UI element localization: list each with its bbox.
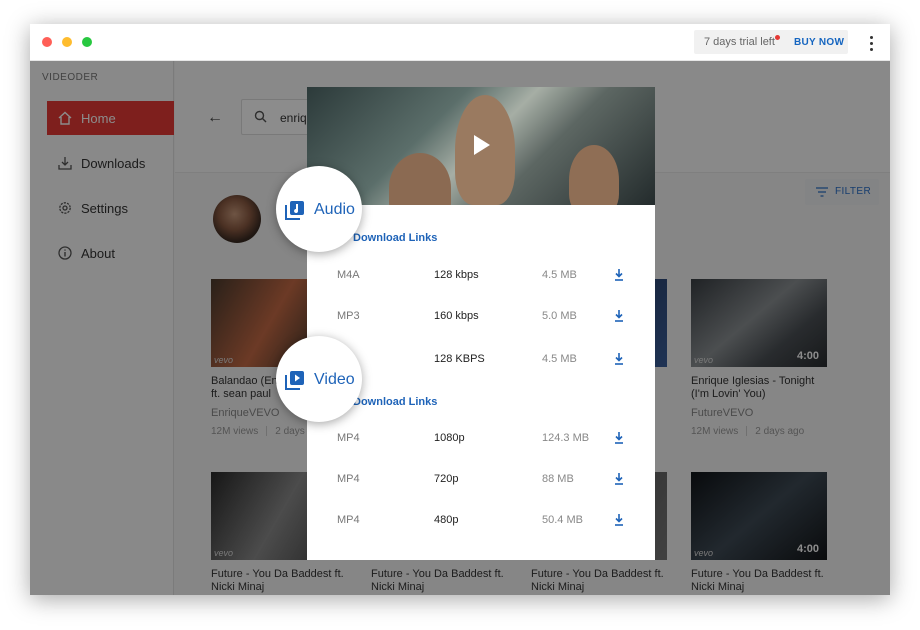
video-row[interactable]: MP4 720p 88 MB bbox=[307, 470, 655, 490]
app-window: 7 days trial left BUY NOW VIDEODER Home … bbox=[30, 24, 890, 595]
quality-label: 720p bbox=[434, 473, 459, 485]
maximize-window-button[interactable] bbox=[82, 37, 92, 47]
audio-library-icon bbox=[285, 201, 304, 220]
audio-callout: Audio bbox=[276, 166, 362, 252]
quality-label: 160 kbps bbox=[434, 310, 479, 322]
video-row[interactable]: MP4 1080p 124.3 MB bbox=[307, 429, 655, 449]
minimize-window-button[interactable] bbox=[62, 37, 72, 47]
format-label: MP4 bbox=[337, 514, 360, 526]
size-label: 88 MB bbox=[542, 473, 574, 485]
audio-row[interactable]: MP3 160 kbps 5.0 MB bbox=[307, 307, 655, 327]
preview-figure bbox=[389, 153, 451, 205]
size-label: 50.4 MB bbox=[542, 514, 583, 526]
download-icon[interactable] bbox=[613, 309, 625, 323]
more-options-icon[interactable] bbox=[866, 34, 876, 52]
quality-label: 480p bbox=[434, 514, 459, 526]
video-preview[interactable] bbox=[307, 87, 655, 205]
size-label: 4.5 MB bbox=[542, 353, 577, 365]
download-icon[interactable] bbox=[613, 513, 625, 527]
download-icon[interactable] bbox=[613, 268, 625, 282]
buy-now-button[interactable]: BUY NOW bbox=[794, 37, 844, 48]
download-dialog: Download Links M4A 128 kbps 4.5 MB MP3 1… bbox=[307, 87, 655, 560]
close-window-button[interactable] bbox=[42, 37, 52, 47]
download-icon[interactable] bbox=[613, 472, 625, 486]
audio-callout-label: Audio bbox=[314, 201, 355, 218]
format-label: MP4 bbox=[337, 473, 360, 485]
format-label: M4A bbox=[337, 269, 360, 281]
format-label: MP3 bbox=[337, 310, 360, 322]
trial-banner: 7 days trial left BUY NOW bbox=[694, 30, 848, 54]
format-label: MP4 bbox=[337, 432, 360, 444]
trial-text: 7 days trial left bbox=[704, 36, 775, 48]
download-icon[interactable] bbox=[613, 352, 625, 366]
size-label: 4.5 MB bbox=[542, 269, 577, 281]
quality-label: 128 kbps bbox=[434, 269, 479, 281]
download-icon[interactable] bbox=[613, 431, 625, 445]
preview-figure bbox=[569, 145, 619, 205]
play-icon[interactable] bbox=[474, 135, 490, 155]
video-row[interactable]: MP4 480p 50.4 MB bbox=[307, 511, 655, 531]
video-callout: Video bbox=[276, 336, 362, 422]
size-label: 5.0 MB bbox=[542, 310, 577, 322]
title-bar: 7 days trial left BUY NOW bbox=[30, 24, 890, 61]
audio-row[interactable]: M4A 128 kbps 4.5 MB bbox=[307, 266, 655, 286]
quality-label: 128 KBPS bbox=[434, 353, 485, 365]
size-label: 124.3 MB bbox=[542, 432, 590, 444]
video-library-icon bbox=[285, 371, 304, 390]
quality-label: 1080p bbox=[434, 432, 465, 444]
video-callout-label: Video bbox=[314, 371, 355, 388]
audio-download-links-heading: Download Links bbox=[353, 232, 438, 244]
notification-dot bbox=[775, 35, 780, 40]
video-download-links-heading: Download Links bbox=[353, 396, 438, 408]
